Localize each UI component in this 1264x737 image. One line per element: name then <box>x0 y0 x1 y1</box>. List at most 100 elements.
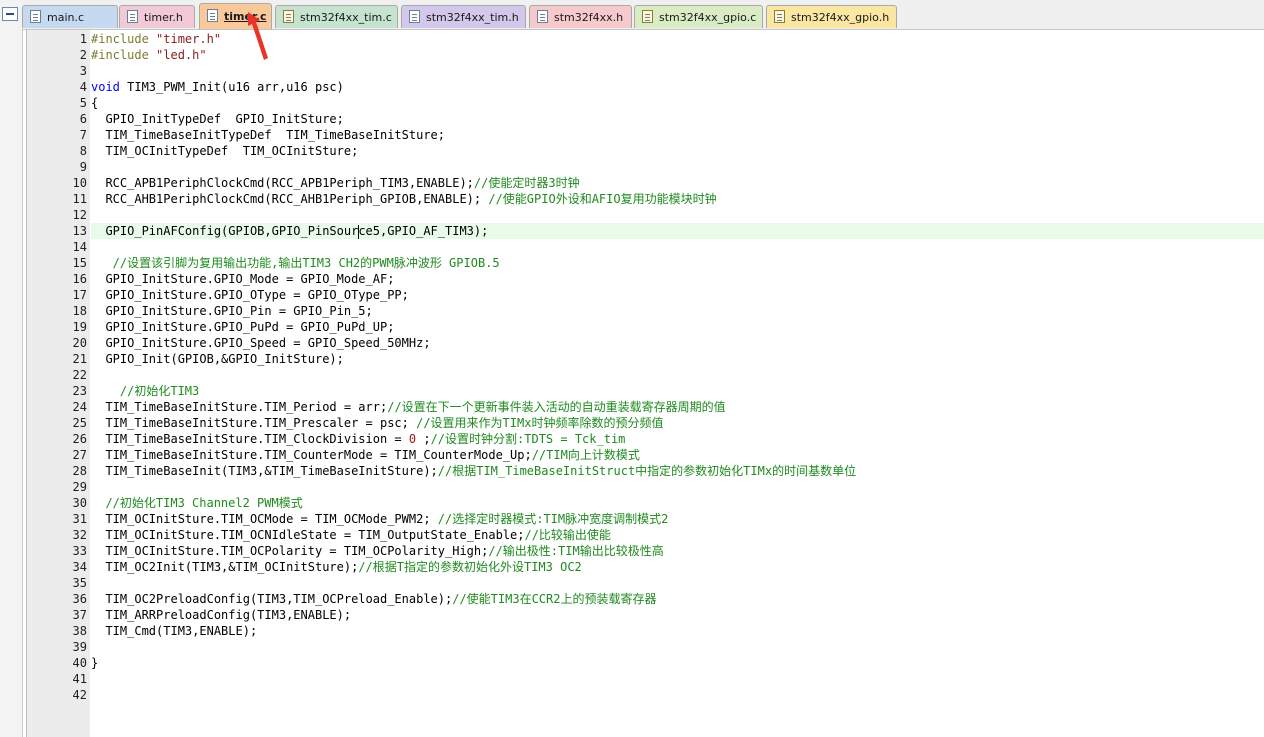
code-token: #include <box>91 48 157 62</box>
line-number: 28 <box>72 464 87 478</box>
code-line[interactable]: GPIO_Init(GPIOB,&GPIO_InitSture); <box>91 351 1264 367</box>
line-number: 7 <box>79 128 87 142</box>
code-line[interactable] <box>91 639 1264 655</box>
line-number: 19 <box>72 320 87 334</box>
code-line[interactable] <box>91 207 1264 223</box>
code-line[interactable]: GPIO_InitSture.GPIO_Mode = GPIO_Mode_AF; <box>91 271 1264 287</box>
code-token: TIM_TimeBaseInitTypeDef TIM_TimeBaseInit… <box>91 128 446 142</box>
code-comment: //使能TIM3在CCR2上的预装载寄存器 <box>452 592 657 606</box>
code-line[interactable] <box>91 159 1264 175</box>
code-line[interactable] <box>91 63 1264 79</box>
code-token: } <box>91 656 99 670</box>
code-line[interactable]: { <box>91 95 1264 111</box>
code-line[interactable]: //设置该引脚为复用输出功能,输出TIM3 CH2的PWM脉冲波形 GPIOB.… <box>91 255 1264 271</box>
line-number: 9 <box>79 160 87 174</box>
line-number: 14 <box>72 240 87 254</box>
code-line[interactable]: GPIO_PinAFConfig(GPIOB,GPIO_PinSource5,G… <box>91 223 1264 239</box>
tab-main-c[interactable]: main.c <box>22 5 118 28</box>
code-line[interactable]: #include "led.h" <box>91 47 1264 63</box>
tab-label: stm32f4xx_tim.c <box>300 11 392 24</box>
line-number: 26 <box>72 432 87 446</box>
code-token: TIM3_PWM_Init(u16 arr,u16 psc) <box>119 80 344 94</box>
code-line[interactable]: GPIO_InitSture.GPIO_OType = GPIO_OType_P… <box>91 287 1264 303</box>
code-line[interactable] <box>91 575 1264 591</box>
line-number: 27 <box>72 448 87 462</box>
code-line[interactable] <box>91 671 1264 687</box>
tab-stm32f4xx-gpio-c[interactable]: stm32f4xx_gpio.c <box>634 5 763 28</box>
line-number: 10 <box>72 176 87 190</box>
line-number: 4 <box>79 80 87 94</box>
code-token: GPIO_InitSture.GPIO_Mode = GPIO_Mode_AF; <box>91 272 395 286</box>
tab-label: stm32f4xx.h <box>554 11 624 24</box>
code-line[interactable]: TIM_OCInitSture.TIM_OCPolarity = TIM_OCP… <box>91 543 1264 559</box>
code-line[interactable]: //初始化TIM3 Channel2 PWM模式 <box>91 495 1264 511</box>
code-line[interactable]: TIM_TimeBaseInitTypeDef TIM_TimeBaseInit… <box>91 127 1264 143</box>
code-comment: //设置用来作为TIMx时钟频率除数的预分频值 <box>416 416 664 430</box>
code-token: GPIO_InitSture.GPIO_OType = GPIO_OType_P… <box>91 288 409 302</box>
code-line[interactable]: GPIO_InitSture.GPIO_PuPd = GPIO_PuPd_UP; <box>91 319 1264 335</box>
code-line[interactable]: TIM_TimeBaseInitSture.TIM_Period = arr;/… <box>91 399 1264 415</box>
tab-stm32f4xx-tim-c[interactable]: stm32f4xx_tim.c <box>275 5 398 28</box>
code-area[interactable]: #include "timer.h" #include "led.h" void T… <box>91 31 1264 703</box>
line-number: 24 <box>72 400 87 414</box>
code-line[interactable]: TIM_ARRPreloadConfig(TIM3,ENABLE); <box>91 607 1264 623</box>
code-line[interactable] <box>91 239 1264 255</box>
code-line[interactable]: } <box>91 655 1264 671</box>
code-token: RCC_APB1PeriphClockCmd(RCC_APB1Periph_TI… <box>91 176 474 190</box>
code-comment: //使能定时器3时钟 <box>473 176 580 190</box>
code-token: TIM_OCInitSture.TIM_OCPolarity = TIM_OCP… <box>91 544 489 558</box>
code-line[interactable] <box>91 479 1264 495</box>
document-icon <box>207 9 218 22</box>
line-number: 37 <box>72 608 87 622</box>
tab-stm32f4xx-h[interactable]: stm32f4xx.h <box>529 5 632 28</box>
code-line[interactable] <box>91 367 1264 383</box>
tab-label: stm32f4xx_tim.h <box>426 11 519 24</box>
code-token: ce5,GPIO_AF_TIM3); <box>358 224 489 238</box>
code-line[interactable]: RCC_AHB1PeriphClockCmd(RCC_AHB1Periph_GP… <box>91 191 1264 207</box>
line-number: 31 <box>72 512 87 526</box>
code-line[interactable]: TIM_OC2PreloadConfig(TIM3,TIM_OCPreload_… <box>91 591 1264 607</box>
code-comment: //设置该引脚为复用输出功能,输出TIM3 CH2的PWM脉冲波形 GPIOB.… <box>91 256 500 270</box>
collapse-icon[interactable] <box>2 7 18 21</box>
code-line[interactable]: GPIO_InitSture.GPIO_Pin = GPIO_Pin_5; <box>91 303 1264 319</box>
document-icon <box>537 10 548 23</box>
code-line[interactable]: TIM_TimeBaseInitSture.TIM_Prescaler = ps… <box>91 415 1264 431</box>
code-token: TIM_OCInitSture.TIM_OCMode = TIM_OCMode_… <box>91 512 438 526</box>
line-number: 29 <box>72 480 87 494</box>
code-line[interactable]: TIM_TimeBaseInitSture.TIM_CounterMode = … <box>91 447 1264 463</box>
line-number: 2 <box>79 48 87 62</box>
line-number: 8 <box>79 144 87 158</box>
code-token: GPIO_InitSture.GPIO_Pin = GPIO_Pin_5; <box>91 304 373 318</box>
code-comment: //比较输出使能 <box>524 528 611 542</box>
code-comment: //选择定时器模式:TIM脉冲宽度调制模式2 <box>437 512 669 526</box>
line-number: 40 <box>72 656 87 670</box>
tab-label: stm32f4xx_gpio.h <box>791 11 890 24</box>
code-line[interactable]: TIM_Cmd(TIM3,ENABLE); <box>91 623 1264 639</box>
code-line[interactable]: #include "timer.h" <box>91 31 1264 47</box>
code-token: TIM_TimeBaseInitSture.TIM_ClockDivision … <box>91 432 409 446</box>
tab-timer-h[interactable]: timer.h <box>119 5 195 28</box>
code-token: TIM_OCInitSture.TIM_OCNIdleState = TIM_O… <box>91 528 525 542</box>
code-comment: //根据T指定的参数初始化外设TIM3 OC2 <box>358 560 582 574</box>
code-token: TIM_ARRPreloadConfig(TIM3,ENABLE); <box>91 608 352 622</box>
tab-stm32f4xx-tim-h[interactable]: stm32f4xx_tim.h <box>401 5 526 28</box>
code-line[interactable]: TIM_OC2Init(TIM3,&TIM_OCInitSture);//根据T… <box>91 559 1264 575</box>
code-line[interactable]: TIM_TimeBaseInit(TIM3,&TIM_TimeBaseInitS… <box>91 463 1264 479</box>
code-token: TIM_TimeBaseInitSture.TIM_Period = arr; <box>91 400 388 414</box>
code-line[interactable]: GPIO_InitSture.GPIO_Speed = GPIO_Speed_5… <box>91 335 1264 351</box>
line-number: 42 <box>72 688 87 702</box>
code-token: "timer.h" <box>156 32 222 46</box>
code-line[interactable]: void TIM3_PWM_Init(u16 arr,u16 psc) <box>91 79 1264 95</box>
code-token: #include <box>91 32 157 46</box>
code-line[interactable]: //初始化TIM3 <box>91 383 1264 399</box>
code-line[interactable] <box>91 687 1264 703</box>
tab-stm32f4xx-gpio-h[interactable]: stm32f4xx_gpio.h <box>766 5 897 28</box>
code-line[interactable]: TIM_OCInitSture.TIM_OCNIdleState = TIM_O… <box>91 527 1264 543</box>
code-line[interactable]: TIM_TimeBaseInitSture.TIM_ClockDivision … <box>91 431 1264 447</box>
code-line[interactable]: RCC_APB1PeriphClockCmd(RCC_APB1Periph_TI… <box>91 175 1264 191</box>
line-number: 17 <box>72 288 87 302</box>
code-line[interactable]: TIM_OCInitTypeDef TIM_OCInitSture; <box>91 143 1264 159</box>
line-number: 21 <box>72 352 87 366</box>
code-line[interactable]: TIM_OCInitSture.TIM_OCMode = TIM_OCMode_… <box>91 511 1264 527</box>
code-line[interactable]: GPIO_InitTypeDef GPIO_InitSture; <box>91 111 1264 127</box>
